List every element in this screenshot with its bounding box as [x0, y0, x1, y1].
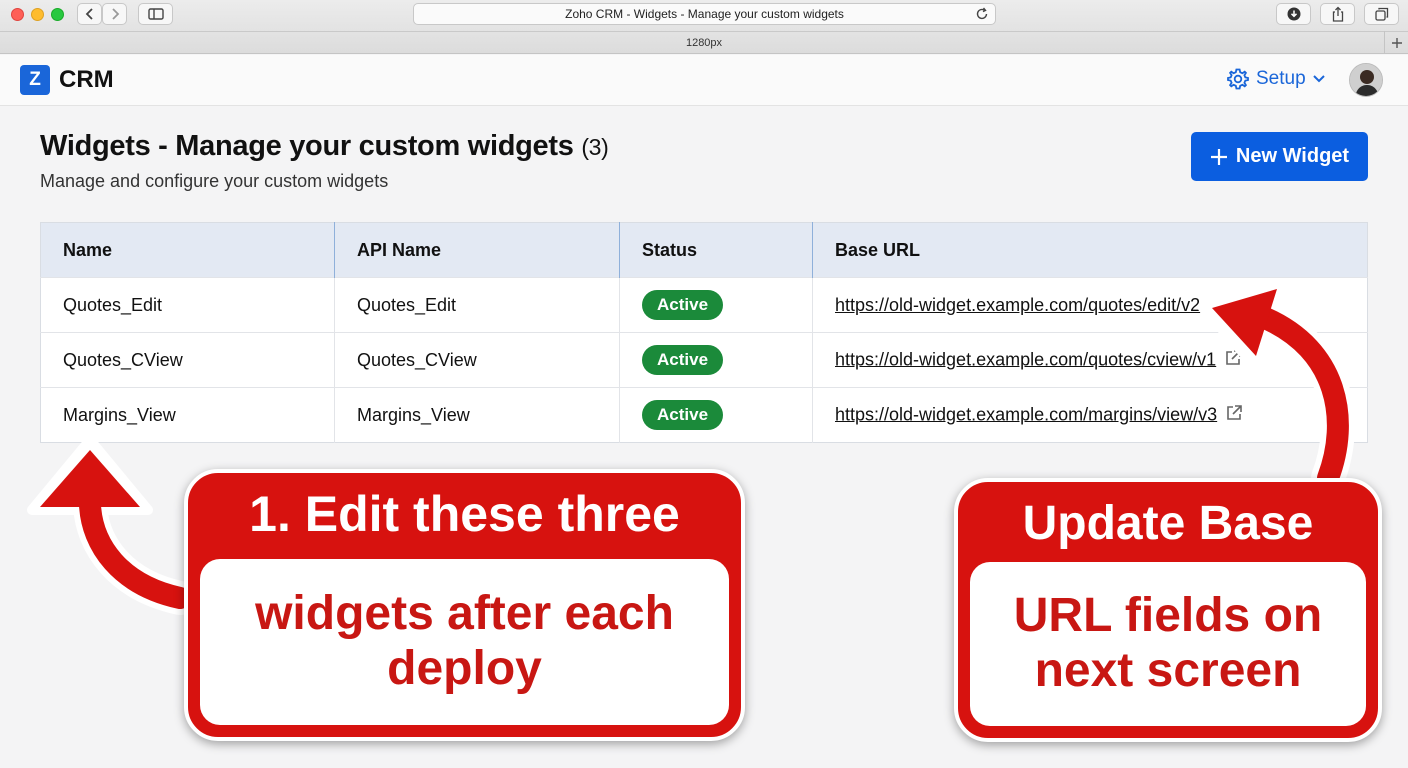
status-badge: Active [642, 345, 724, 375]
forward-button[interactable] [102, 3, 127, 25]
page-subtitle: Manage and configure your custom widgets [40, 171, 389, 191]
setup-label: Setup [1256, 68, 1306, 89]
column-header-base-url[interactable]: Base URL [812, 222, 1368, 278]
viewport-label: 1280px [685, 37, 723, 49]
download-button[interactable] [1276, 3, 1311, 25]
new-tab-button[interactable] [1384, 31, 1408, 54]
chevron-down-icon [1312, 75, 1325, 83]
zoom-window-button[interactable] [51, 8, 64, 21]
page-title: Widgets - Manage your custom widgets (3) [40, 130, 609, 163]
setup-menu[interactable]: Setup [1226, 67, 1326, 91]
tabs-overview-button[interactable] [1364, 3, 1399, 25]
download-icon [1287, 7, 1300, 21]
new-widget-label: New Widget [1235, 145, 1350, 167]
base-url-link[interactable]: https://old-widget.example.com/margins/v… [835, 404, 1217, 424]
widget-count: (3) [581, 134, 609, 160]
close-window-button[interactable] [11, 8, 24, 21]
table-row[interactable]: Quotes_Edit Quotes_Edit Active https://o… [40, 277, 1368, 333]
plus-icon [1391, 37, 1402, 48]
browser-chrome: Zoho CRM - Widgets - Manage your custom … [0, 0, 1408, 54]
app-header: Z CRM Setup [0, 55, 1408, 106]
status-badge: Active [642, 400, 724, 430]
back-icon [85, 8, 93, 20]
widget-name[interactable]: Quotes_Edit [40, 277, 335, 333]
column-header-status[interactable]: Status [619, 222, 813, 278]
sidebar-icon [147, 8, 164, 20]
callout-edit-widgets: 1. Edit these three widgets after each d… [184, 469, 745, 741]
external-link-icon[interactable] [1224, 349, 1242, 372]
back-button[interactable] [77, 3, 102, 25]
sidebar-button[interactable] [138, 3, 173, 25]
base-url-link[interactable]: https://old-widget.example.com/quotes/cv… [835, 349, 1216, 369]
base-url-link[interactable]: https://old-widget.example.com/quotes/ed… [835, 295, 1200, 315]
browser-toolbar: Zoho CRM - Widgets - Manage your custom … [0, 0, 1408, 30]
left-curved-arrow [27, 435, 197, 615]
minimize-window-button[interactable] [31, 8, 44, 21]
logo-letter: Z [29, 69, 41, 90]
widget-api-name: Margins_View [334, 387, 620, 443]
reload-button[interactable] [975, 7, 989, 24]
new-widget-button[interactable]: New Widget [1191, 132, 1368, 181]
status-cell: Active [619, 387, 813, 443]
widget-name[interactable]: Quotes_CView [40, 332, 335, 388]
table-header-row: Name API Name Status Base URL [40, 222, 1368, 278]
share-button[interactable] [1320, 3, 1355, 25]
tabs-icon [1374, 7, 1388, 21]
avatar[interactable] [1349, 63, 1383, 97]
viewport-size-bar: 1280px [0, 31, 1408, 54]
forward-icon [111, 8, 119, 20]
page-title-text: Widgets - Manage your custom widgets [40, 130, 574, 162]
share-icon [1332, 6, 1343, 22]
table-row[interactable]: Margins_View Margins_View Active https:/… [40, 387, 1368, 443]
callout-heading: Update Base [1022, 497, 1314, 550]
logo-text: CRM [59, 66, 114, 93]
callout-update-base-url: Update Base URL fields on next screen [954, 478, 1382, 742]
tab-title: Zoho CRM - Widgets - Manage your custom … [565, 7, 844, 21]
widget-api-name: Quotes_CView [334, 332, 620, 388]
column-header-api-name[interactable]: API Name [334, 222, 620, 278]
table-row[interactable]: Quotes_CView Quotes_CView Active https:/… [40, 332, 1368, 388]
status-badge: Active [642, 290, 724, 320]
column-header-name[interactable]: Name [40, 222, 335, 278]
callout-heading: 1. Edit these three [249, 486, 680, 542]
callout-body: widgets after each deploy [200, 559, 729, 725]
plus-icon [1210, 148, 1227, 165]
base-url-cell: https://old-widget.example.com/quotes/ed… [812, 277, 1368, 333]
address-bar[interactable]: Zoho CRM - Widgets - Manage your custom … [413, 3, 996, 25]
user-avatar-image [1350, 64, 1382, 96]
zoho-logo[interactable]: Z [20, 65, 50, 95]
widget-api-name: Quotes_Edit [334, 277, 620, 333]
status-cell: Active [619, 332, 813, 388]
base-url-cell: https://old-widget.example.com/quotes/cv… [812, 332, 1368, 388]
widgets-table: Name API Name Status Base URL Quotes_Edi… [40, 222, 1368, 443]
widget-name[interactable]: Margins_View [40, 387, 335, 443]
gear-icon [1227, 68, 1249, 90]
callout-body: URL fields on next screen [970, 562, 1366, 726]
external-link-icon[interactable] [1225, 404, 1243, 427]
reload-icon [976, 7, 988, 20]
status-cell: Active [619, 277, 813, 333]
base-url-cell: https://old-widget.example.com/margins/v… [812, 387, 1368, 443]
